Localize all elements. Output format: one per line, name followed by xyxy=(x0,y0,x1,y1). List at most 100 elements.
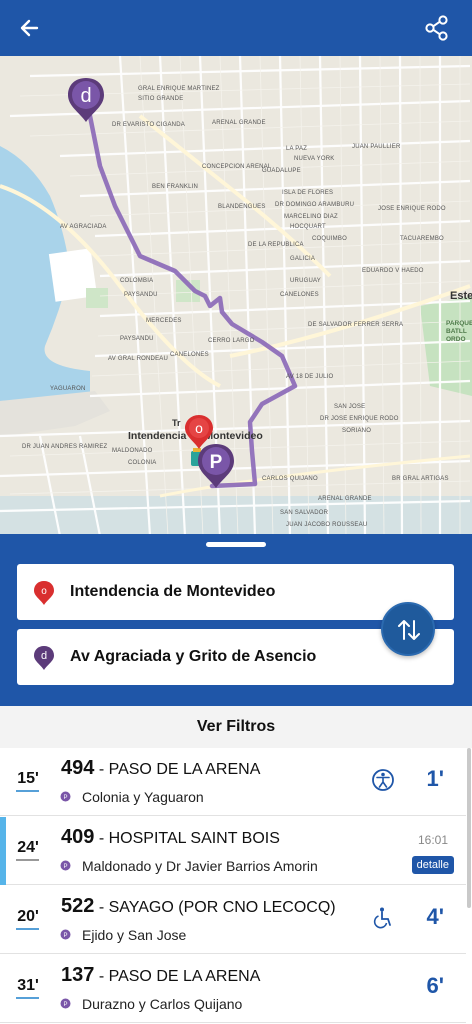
destination-marker[interactable]: d xyxy=(66,76,106,124)
street-label: BLANDENGUES xyxy=(218,204,266,210)
street-label: COLONIA xyxy=(128,460,157,466)
stop-name: Ejido y San Jose xyxy=(82,927,187,943)
list-item[interactable]: 20' 522 - SAYAGO (POR CNO LECOCQ) P Ejid… xyxy=(0,886,466,954)
street-label: TACUAREMBO xyxy=(400,236,444,242)
stop-name: Durazno y Carlos Quijano xyxy=(82,996,243,1012)
list-scrollbar[interactable] xyxy=(467,748,471,908)
svg-text:P: P xyxy=(63,864,67,870)
accessibility-wheel-icon xyxy=(372,769,394,791)
origin-marker[interactable]: o xyxy=(184,414,214,450)
share-icon[interactable] xyxy=(424,12,450,44)
street-label: GALICIA xyxy=(290,256,316,262)
route-title: 137 - PASO DE LA ARENA xyxy=(61,964,260,987)
stop-pin-icon: P xyxy=(60,998,71,1009)
origin-pin-icon: o xyxy=(34,581,54,605)
street-label: MARCELINO DIAZ xyxy=(284,214,338,220)
route-number: 137 xyxy=(61,964,95,986)
street-label: LA PAZ xyxy=(286,146,308,152)
swap-vertical-icon xyxy=(398,620,420,640)
list-item[interactable]: 24' 409 - HOSPITAL SAINT BOIS P Maldonad… xyxy=(0,817,466,885)
street-label: DR DOMINGO ARAMBURU xyxy=(275,202,355,208)
frequency-underline xyxy=(16,997,39,999)
street-label: PAYSANDU xyxy=(120,336,154,342)
svg-text:P: P xyxy=(63,795,67,801)
park-label-line: BATLL xyxy=(446,328,467,335)
map-area-label: Este xyxy=(450,290,472,302)
results-list[interactable]: 15' 494 - PASO DE LA ARENA P Colonia y Y… xyxy=(0,748,472,1024)
scheduled-time: 16:01 xyxy=(417,833,448,847)
park-label-line: ORDO xyxy=(446,336,466,343)
street-label: YAGUARON xyxy=(50,386,86,392)
eta-minutes: 1' xyxy=(426,766,444,791)
street-label: CONCEPCION ARENAL xyxy=(202,164,272,170)
route-search-panel: o Intendencia de Montevideo d Av Agracia… xyxy=(0,534,472,706)
street-label: BR GRAL ARTIGAS xyxy=(392,476,449,482)
street-label: DE LA REPUBLICA xyxy=(248,242,304,248)
street-label: JOSE ENRIQUE RODO xyxy=(378,206,446,212)
street-label: URUGUAY xyxy=(290,278,321,284)
stop-pin-icon: P xyxy=(60,929,71,940)
street-label: AV AGRACIADA xyxy=(60,224,107,230)
destination-text: Av Agraciada y Grito de Asencio xyxy=(70,648,317,665)
map-canvas[interactable] xyxy=(0,56,472,536)
app-header xyxy=(0,0,472,56)
street-label: BEN FRANKLIN xyxy=(152,184,199,190)
frequency-label: 31' xyxy=(17,977,39,994)
street-label: DR JOSE ENRIQUE RODO xyxy=(320,416,399,422)
street-label: EDUARDO V HAEDO xyxy=(362,268,424,274)
frequency-underline xyxy=(16,790,39,792)
destination-pin-icon: d xyxy=(34,646,54,670)
route-number: 494 xyxy=(61,757,95,779)
stop-pin-icon: P xyxy=(60,791,71,802)
stop-pin-icon: P xyxy=(60,860,71,871)
route-title: 409 - HOSPITAL SAINT BOIS xyxy=(61,826,280,849)
map-place-prefix: Tr xyxy=(172,418,181,428)
frequency-label: 15' xyxy=(17,770,39,787)
street-label: AV 18 DE JULIO xyxy=(286,374,334,380)
destination-marker-letter: d xyxy=(80,85,91,107)
route-title: 522 - SAYAGO (POR CNO LECOCQ) xyxy=(61,895,336,918)
route-map[interactable]: GRAL ENRIQUE MARTINEZ SITIO GRANDE DR EV… xyxy=(0,56,472,536)
route-destination: PASO DE LA ARENA xyxy=(108,761,261,778)
list-item[interactable]: 31' 137 - PASO DE LA ARENA P Durazno y C… xyxy=(0,955,466,1023)
street-label: COQUIMBO xyxy=(312,236,347,242)
route-destination: PASO DE LA ARENA xyxy=(108,968,261,985)
stop-name: Maldonado y Dr Javier Barrios Amorin xyxy=(82,858,318,874)
destination-pin-letter: d xyxy=(41,650,47,662)
frequency-underline xyxy=(16,859,39,861)
street-label: MERCEDES xyxy=(146,318,182,324)
frequency-label: 20' xyxy=(17,908,39,925)
route-number: 409 xyxy=(61,826,95,848)
eta-minutes: 6' xyxy=(426,973,444,998)
list-item[interactable]: 15' 494 - PASO DE LA ARENA P Colonia y Y… xyxy=(0,748,466,816)
street-label: CANELONES xyxy=(280,292,319,298)
route-separator: - xyxy=(94,761,109,778)
street-label: JUAN JACOBO ROUSSEAU xyxy=(286,522,368,528)
swap-button[interactable] xyxy=(381,602,435,656)
park-label-line: PARQUE xyxy=(446,320,472,327)
arrow-left-icon[interactable] xyxy=(12,10,48,46)
street-label: DR JUAN ANDRES RAMIREZ xyxy=(22,444,108,450)
street-label: SAN SALVADOR xyxy=(280,510,329,516)
street-label: ARENAL GRANDE xyxy=(318,496,372,502)
route-number: 522 xyxy=(61,895,95,917)
street-label: DE SALVADOR FERRER SERRA xyxy=(308,322,404,328)
street-label: NUEVA YORK xyxy=(294,156,335,162)
street-label: GUADALUPE xyxy=(262,168,301,174)
street-label: ISLA DE FLORES xyxy=(282,190,334,196)
street-label: ARENAL GRANDE xyxy=(212,120,266,126)
origin-text: Intendencia de Montevideo xyxy=(70,583,276,600)
route-destination: HOSPITAL SAINT BOIS xyxy=(108,830,280,847)
route-separator: - xyxy=(94,968,109,985)
origin-marker-letter: o xyxy=(195,420,203,436)
drag-handle[interactable] xyxy=(206,542,266,547)
street-label: MALDONADO xyxy=(112,448,153,454)
filters-button[interactable]: Ver Filtros xyxy=(0,706,472,748)
street-label: PAYSANDU xyxy=(124,292,158,298)
svg-text:P: P xyxy=(63,1002,67,1008)
street-label: COLOMBIA xyxy=(120,278,154,284)
detail-button[interactable]: detalle xyxy=(411,856,454,874)
street-label: CANELONES xyxy=(170,352,209,358)
eta-minutes: 4' xyxy=(426,904,444,929)
svg-text:P: P xyxy=(63,933,67,939)
